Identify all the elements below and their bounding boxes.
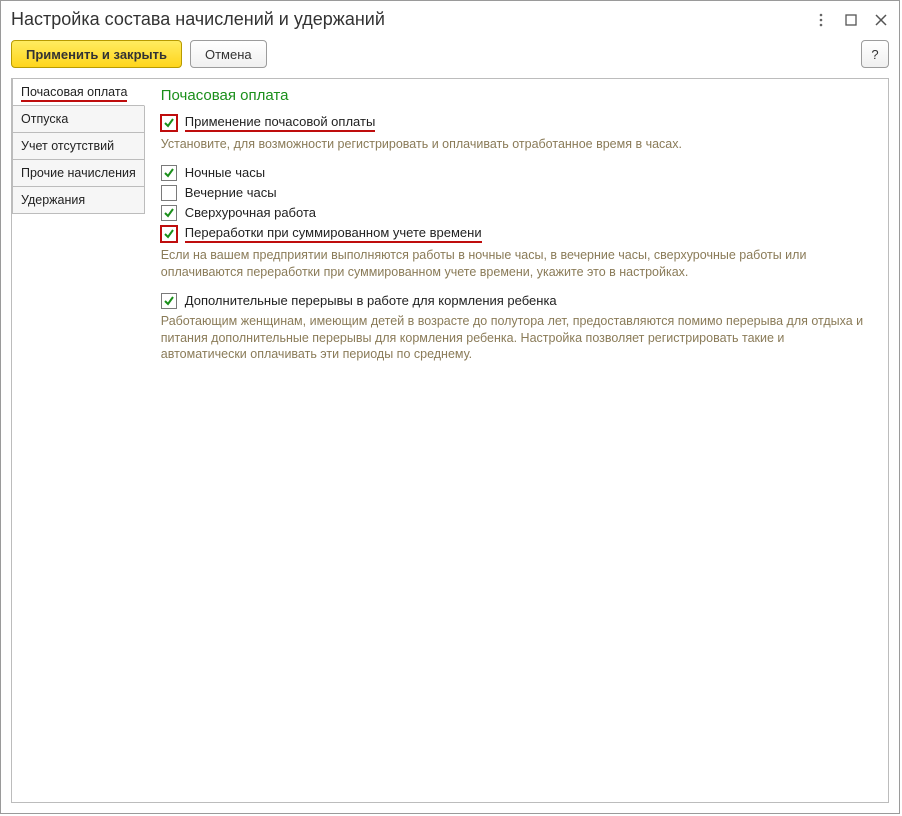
window-buttons [813, 12, 889, 28]
checkbox-night[interactable]: Ночные часы [161, 165, 872, 181]
sidebar-item-hourly[interactable]: Почасовая оплата [12, 79, 145, 106]
checkbox-label: Сверхурочная работа [185, 205, 316, 220]
desc-hours: Если на вашем предприятии выполняются ра… [161, 247, 872, 281]
window-title: Настройка состава начислений и удержаний [11, 9, 813, 30]
checkbox-label: Дополнительные перерывы в работе для кор… [185, 293, 557, 308]
checkbox-icon [161, 205, 177, 221]
checkbox-label: Ночные часы [185, 165, 265, 180]
checkbox-icon [161, 115, 177, 131]
sidebar: Почасовая оплата Отпуска Учет отсутствий… [12, 79, 145, 802]
close-icon[interactable] [873, 12, 889, 28]
maximize-icon[interactable] [843, 12, 859, 28]
window: Настройка состава начислений и удержаний… [0, 0, 900, 814]
checkbox-icon [161, 226, 177, 242]
checkbox-icon [161, 165, 177, 181]
sidebar-item-vacations[interactable]: Отпуска [12, 106, 145, 133]
toolbar: Применить и закрыть Отмена ? [1, 36, 899, 78]
cancel-button[interactable]: Отмена [190, 40, 267, 68]
body: Почасовая оплата Отпуска Учет отсутствий… [1, 78, 899, 813]
desc-nursing: Работающим женщинам, имеющим детей в воз… [161, 313, 872, 364]
checkbox-label: Переработки при суммированном учете врем… [185, 225, 482, 243]
main-pane: Почасовая оплата Применение почасовой оп… [145, 79, 888, 802]
checkbox-label: Вечерние часы [185, 185, 277, 200]
checkbox-overtime[interactable]: Сверхурочная работа [161, 205, 872, 221]
sidebar-item-label: Почасовая оплата [21, 85, 127, 102]
section-title: Почасовая оплата [161, 87, 872, 104]
checkbox-use-hourly[interactable]: Применение почасовой оплаты [161, 114, 872, 132]
checkbox-icon [161, 185, 177, 201]
sidebar-item-deductions[interactable]: Удержания [12, 187, 145, 214]
titlebar: Настройка состава начислений и удержаний [1, 1, 899, 36]
desc-use-hourly: Установите, для возможности регистрирова… [161, 136, 872, 153]
sidebar-item-label: Учет отсутствий [21, 139, 114, 153]
checkbox-icon [161, 293, 177, 309]
checkbox-nursing[interactable]: Дополнительные перерывы в работе для кор… [161, 293, 872, 309]
menu-icon[interactable] [813, 12, 829, 28]
help-button[interactable]: ? [861, 40, 889, 68]
checkbox-evening[interactable]: Вечерние часы [161, 185, 872, 201]
sidebar-item-label: Отпуска [21, 112, 68, 126]
sidebar-item-absences[interactable]: Учет отсутствий [12, 133, 145, 160]
sidebar-item-other[interactable]: Прочие начисления [12, 160, 145, 187]
sidebar-item-label: Удержания [21, 193, 85, 207]
apply-close-button[interactable]: Применить и закрыть [11, 40, 182, 68]
sidebar-item-label: Прочие начисления [21, 166, 136, 180]
content-frame: Почасовая оплата Отпуска Учет отсутствий… [11, 78, 889, 803]
checkbox-label: Применение почасовой оплаты [185, 114, 376, 132]
checkbox-summed[interactable]: Переработки при суммированном учете врем… [161, 225, 872, 243]
